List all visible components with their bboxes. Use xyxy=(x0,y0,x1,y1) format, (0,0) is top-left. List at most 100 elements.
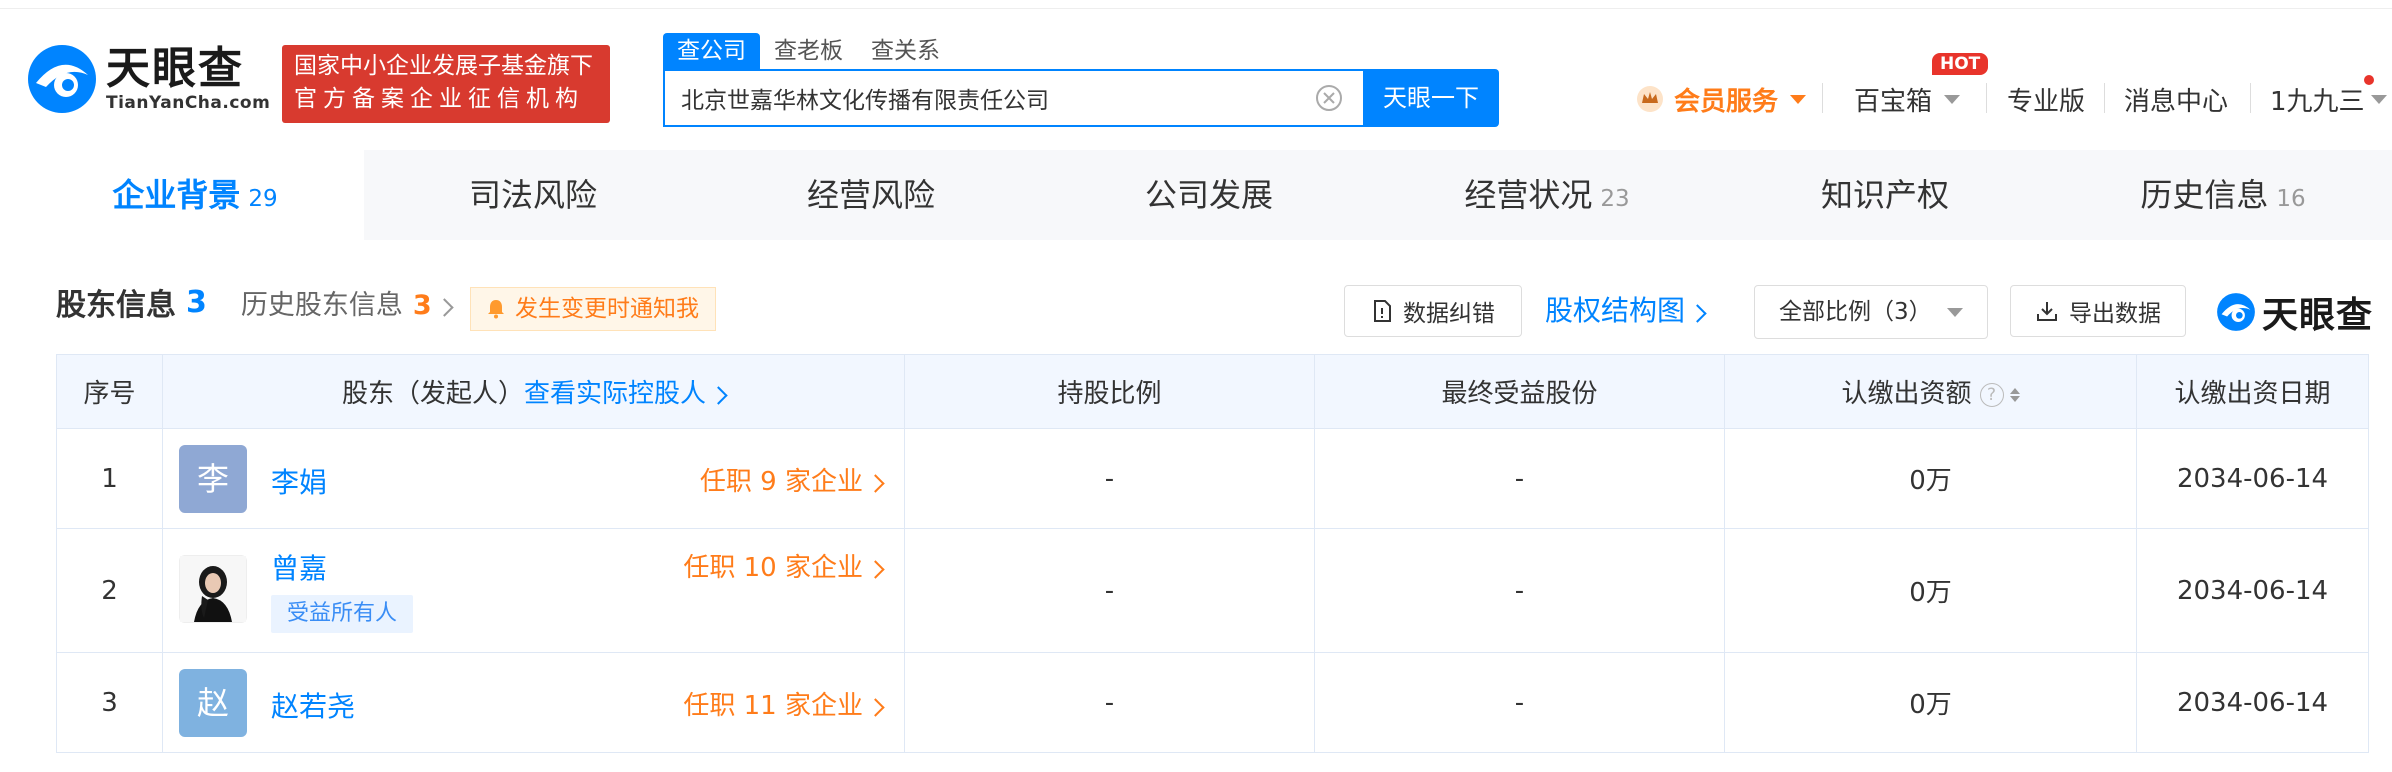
positions-label: 任职 10 家企业 xyxy=(683,553,863,583)
col-ratio-header: 持股比例 xyxy=(904,354,1315,429)
capital-cell: 0万 xyxy=(1724,428,2137,529)
holder-name-link[interactable]: 李娟 xyxy=(271,461,327,501)
history-shareholder-label: 历史股东信息 xyxy=(240,289,403,321)
equity-structure-link[interactable]: 股权结构图 xyxy=(1545,290,1707,332)
history-shareholder-link[interactable]: 历史股东信息 3 xyxy=(240,283,454,322)
capital-cell: 0万 xyxy=(1724,528,2137,653)
chevron-right-icon xyxy=(866,560,885,579)
tab-count: 16 xyxy=(2276,186,2306,212)
pro-version-link[interactable]: 专业版 xyxy=(2007,79,2085,119)
search-button[interactable]: 天眼一下 xyxy=(1363,69,1499,127)
positions-label: 任职 9 家企业 xyxy=(699,467,863,497)
ratio-cell: - xyxy=(904,652,1315,753)
tianyancha-eye-icon xyxy=(2217,293,2255,331)
section-title: 股东信息 xyxy=(56,288,176,323)
member-service-menu[interactable]: 会员服务 xyxy=(1636,79,1807,119)
divider xyxy=(2104,83,2105,113)
tianyancha-logo[interactable]: 天眼查 TianYanCha.com xyxy=(26,43,270,115)
notify-label: 发生变更时通知我 xyxy=(515,296,699,322)
notify-on-change-button[interactable]: 发生变更时通知我 xyxy=(470,287,716,331)
chevron-right-icon xyxy=(709,386,728,405)
crown-icon xyxy=(1637,86,1663,112)
final-share-cell: - xyxy=(1314,652,1725,753)
col-index-header: 序号 xyxy=(56,354,163,429)
help-icon[interactable]: ? xyxy=(1979,382,2004,407)
tab-judicial-risk[interactable]: 司法风险 xyxy=(364,150,702,240)
tab-label: 司法风险 xyxy=(468,176,597,214)
document-icon xyxy=(1374,300,1391,322)
search-tab-company[interactable]: 查公司 xyxy=(663,33,760,69)
tab-label: 经营状况 xyxy=(1464,176,1593,214)
logo-cn-text: 天眼查 xyxy=(106,43,244,94)
date-cell: 2034-06-14 xyxy=(2136,428,2369,529)
export-data-label: 导出数据 xyxy=(2069,301,2161,327)
table-header-row: 序号 股东（发起人）查看实际控股人 持股比例 最终受益股份 认缴出资额? 认缴出… xyxy=(56,354,2369,429)
search-tab-relation[interactable]: 查关系 xyxy=(857,33,954,69)
search-tabs: 查公司 查老板 查关系 xyxy=(663,33,954,69)
tab-count: 29 xyxy=(248,186,278,212)
ratio-filter-select[interactable]: 全部比例（3） xyxy=(1754,285,1988,339)
tab-label: 历史信息 xyxy=(2140,176,2269,214)
logo-en-text: TianYanCha.com xyxy=(106,93,271,113)
chevron-down-icon xyxy=(2370,94,2387,104)
tab-history-info[interactable]: 历史信息 16 xyxy=(2054,150,2392,240)
badge-line-2: 官方备案企业征信机构 xyxy=(294,86,584,112)
section-count: 3 xyxy=(186,284,207,320)
ratio-cell: - xyxy=(904,428,1315,529)
toolbox-label: 百宝箱 xyxy=(1854,86,1933,117)
member-service-label: 会员服务 xyxy=(1674,86,1779,117)
holder-name-link[interactable]: 赵若尧 xyxy=(271,685,355,725)
holder-name-link[interactable]: 曾嘉 xyxy=(271,547,327,587)
search-input[interactable] xyxy=(665,71,1285,125)
positions-link[interactable]: 任职 10 家企业 xyxy=(683,547,885,584)
capital-cell: 0万 xyxy=(1724,652,2137,753)
shareholder-table: 序号 股东（发起人）查看实际控股人 持股比例 最终受益股份 认缴出资额? 认缴出… xyxy=(56,354,2369,753)
avatar[interactable] xyxy=(179,555,247,623)
table-row: 3 赵 赵若尧 任职 11 家企业 - - 0万 2034-06-14 xyxy=(56,652,2369,753)
tab-company-development[interactable]: 公司发展 xyxy=(1040,150,1378,240)
pro-version-label: 专业版 xyxy=(2007,86,2086,117)
export-data-button[interactable]: 导出数据 xyxy=(2010,285,2186,337)
col-capital-header[interactable]: 认缴出资额? xyxy=(1724,354,2137,429)
message-center-link[interactable]: 消息中心 xyxy=(2124,79,2228,119)
chevron-right-icon xyxy=(866,698,885,717)
message-center-label: 消息中心 xyxy=(2124,86,2229,117)
notification-dot xyxy=(2364,75,2374,85)
tab-label: 知识产权 xyxy=(1820,176,1949,214)
positions-link[interactable]: 任职 9 家企业 xyxy=(699,461,885,498)
divider xyxy=(1986,83,1987,113)
tab-label: 企业背景 xyxy=(112,176,241,214)
row-index: 1 xyxy=(56,428,163,529)
top-bar: 天眼查 TianYanCha.com 国家中小企业发展子基金旗下 官方备案企业征… xyxy=(0,8,2392,150)
col-holder-header: 股东（发起人）查看实际控股人 xyxy=(162,354,905,429)
avatar[interactable]: 李 xyxy=(179,445,247,513)
avatar[interactable]: 赵 xyxy=(179,669,247,737)
actual-controller-label: 查看实际控股人 xyxy=(524,379,707,409)
search-tab-boss[interactable]: 查老板 xyxy=(760,33,857,69)
actual-controller-link[interactable]: 查看实际控股人 xyxy=(524,379,728,409)
final-share-cell: - xyxy=(1314,428,1725,529)
clear-icon[interactable] xyxy=(1315,84,1343,112)
date-cell: 2034-06-14 xyxy=(2136,652,2369,753)
tab-operating-risk[interactable]: 经营风险 xyxy=(702,150,1040,240)
data-correction-button[interactable]: 数据纠错 xyxy=(1344,285,1522,337)
user-menu[interactable]: 1九九三 xyxy=(2270,79,2387,119)
chevron-down-icon xyxy=(1944,94,1961,104)
tab-company-background[interactable]: 企业背景 29 xyxy=(26,150,364,240)
tab-operating-status[interactable]: 经营状况 23 xyxy=(1378,150,1716,240)
col-date-header: 认缴出资日期 xyxy=(2136,354,2369,429)
tianyancha-eye-icon xyxy=(28,45,96,113)
badge-line-1: 国家中小企业发展子基金旗下 xyxy=(294,53,593,79)
divider xyxy=(1822,83,1823,113)
sort-icon[interactable] xyxy=(2009,387,2020,402)
positions-link[interactable]: 任职 11 家企业 xyxy=(683,685,885,722)
tab-count: 23 xyxy=(1600,186,1630,212)
toolbox-menu[interactable]: 百宝箱 xyxy=(1854,79,1961,119)
watermark-text: 天眼查 xyxy=(2262,295,2374,336)
history-shareholder-count: 3 xyxy=(412,289,432,321)
tab-intellectual-property[interactable]: 知识产权 xyxy=(1716,150,2054,240)
positions-label: 任职 11 家企业 xyxy=(683,691,863,721)
ratio-cell: - xyxy=(904,528,1315,653)
shareholder-section-header: 股东信息 3 历史股东信息 3 xyxy=(56,280,454,324)
table-row: 1 李 李娟 任职 9 家企业 - - 0万 2034-06-14 xyxy=(56,428,2369,529)
